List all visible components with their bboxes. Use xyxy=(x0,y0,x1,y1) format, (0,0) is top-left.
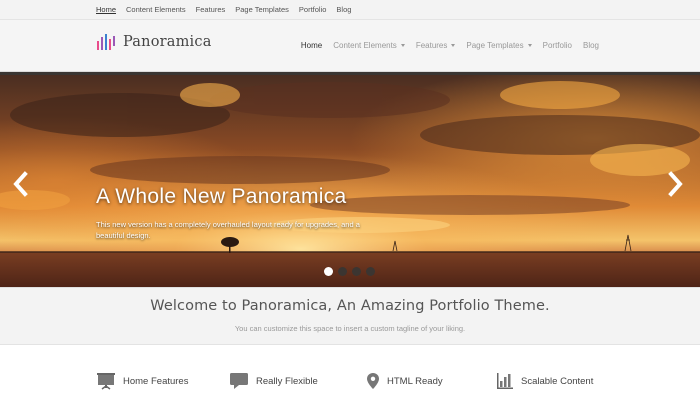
feature-label: Home Features xyxy=(123,375,189,387)
caret-down-icon xyxy=(451,44,456,47)
feature-home-features[interactable]: Home Features xyxy=(96,372,188,390)
sunset-landscape-image xyxy=(0,75,700,287)
main-nav-item-page-templates[interactable]: Page Templates xyxy=(466,41,532,50)
top-nav-item-features[interactable]: Features xyxy=(196,5,226,14)
main-nav-label: Portfolio xyxy=(542,41,572,50)
top-nav-item-portfolio[interactable]: Portfolio xyxy=(299,5,327,14)
bar-chart-icon xyxy=(497,373,513,389)
slide-title: A Whole New Panoramica xyxy=(96,185,347,208)
slide-description: This new version has a completely overha… xyxy=(96,220,360,240)
main-nav-item-blog[interactable]: Blog xyxy=(583,41,599,50)
top-utility-bar: Home Content Elements Features Page Temp… xyxy=(0,0,700,20)
map-pin-icon xyxy=(367,373,379,389)
slider-pagination xyxy=(324,267,380,276)
features-row: Home Features Really Flexible HTML Ready… xyxy=(0,345,700,400)
slider-dot-2[interactable] xyxy=(338,267,347,276)
chevron-left-icon[interactable] xyxy=(12,171,30,197)
top-nav-item-blog[interactable]: Blog xyxy=(336,5,351,14)
welcome-tagline: You can customize this space to insert a… xyxy=(234,324,466,333)
hero-slider: A Whole New Panoramica This new version … xyxy=(0,72,700,287)
site-header: Panoramica Home Content Elements Feature… xyxy=(0,20,700,72)
feature-scalable-content[interactable]: Scalable Content xyxy=(496,372,593,390)
presentation-board-icon xyxy=(97,373,115,390)
top-nav-item-page-templates[interactable]: Page Templates xyxy=(235,5,289,14)
main-nav-label: Content Elements xyxy=(333,41,397,50)
main-nav-item-content-elements[interactable]: Content Elements xyxy=(333,41,405,50)
main-nav-label: Blog xyxy=(582,41,599,50)
caret-down-icon xyxy=(400,44,405,47)
feature-label: Really Flexible xyxy=(256,375,318,387)
main-nav-item-home[interactable]: Home xyxy=(301,41,322,50)
main-nav: Home Content Elements Features Page Temp… xyxy=(290,41,599,50)
welcome-section: Welcome to Panoramica, An Amazing Portfo… xyxy=(0,287,700,345)
main-nav-label: Features xyxy=(415,41,448,50)
feature-label: Scalable Content xyxy=(521,375,594,387)
main-nav-label: Page Templates xyxy=(466,41,524,50)
top-nav-item-home[interactable]: Home xyxy=(96,5,116,14)
feature-label: HTML Ready xyxy=(387,375,443,387)
bars-logo-icon xyxy=(97,34,115,50)
slider-dot-3[interactable] xyxy=(352,267,361,276)
logo-text: Panoramica xyxy=(123,34,212,50)
chevron-right-icon[interactable] xyxy=(666,171,684,197)
main-nav-item-portfolio[interactable]: Portfolio xyxy=(543,41,572,50)
site-logo[interactable]: Panoramica xyxy=(96,34,212,50)
welcome-title: Welcome to Panoramica, An Amazing Portfo… xyxy=(150,298,550,314)
main-nav-label: Home xyxy=(300,41,323,50)
main-nav-item-features[interactable]: Features xyxy=(416,41,456,50)
top-nav-item-content-elements[interactable]: Content Elements xyxy=(126,5,186,14)
caret-down-icon xyxy=(527,44,532,47)
slider-dot-4[interactable] xyxy=(366,267,375,276)
top-nav: Home Content Elements Features Page Temp… xyxy=(96,5,361,14)
feature-html-ready[interactable]: HTML Ready xyxy=(366,372,443,390)
slider-dot-1[interactable] xyxy=(324,267,333,276)
feature-really-flexible[interactable]: Really Flexible xyxy=(229,372,318,390)
speech-bubble-icon xyxy=(230,373,248,389)
